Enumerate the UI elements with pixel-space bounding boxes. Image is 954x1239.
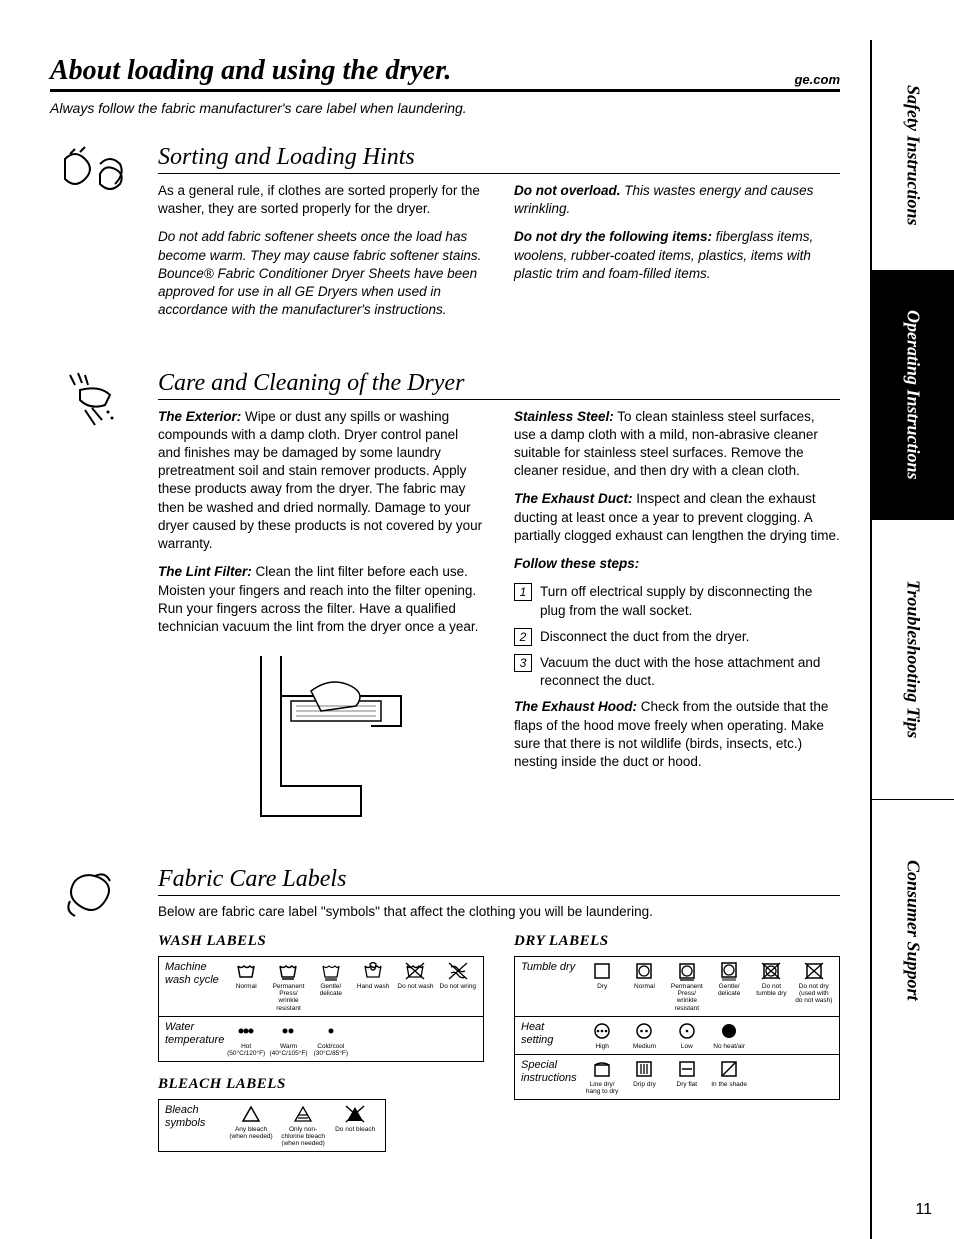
fabric-intro: Below are fabric care label "symbols" th… [158, 904, 840, 919]
sorting-p3: Do not overload. This wastes energy and … [514, 182, 840, 218]
bleach-labels-table: Bleach symbols Any bleach (when needed) … [158, 1099, 386, 1152]
page-number: 11 [915, 1201, 932, 1219]
step-2: Disconnect the duct from the dryer. [540, 628, 840, 646]
step-3: Vacuum the duct with the hose attachment… [540, 654, 840, 690]
bleach-labels-title: BLEACH LABELS [158, 1076, 484, 1093]
fabric-heading: Fabric Care Labels [158, 866, 840, 896]
care-duct: The Exhaust Duct: Inspect and clean the … [514, 490, 840, 545]
step-1: Turn off electrical supply by disconnect… [540, 583, 840, 619]
wash-labels-table: Machine wash cycle Normal Permanent Pres… [158, 956, 484, 1062]
sidebar-tabs: Safety Instructions Operating Instructio… [870, 40, 954, 1239]
tab-troubleshooting: Troubleshooting Tips [903, 550, 924, 768]
sorting-p1: As a general rule, if clothes are sorted… [158, 182, 484, 218]
page-title: About loading and using the dryer. [50, 55, 451, 87]
sorting-icon [50, 144, 140, 204]
wash-labels-title: WASH LABELS [158, 933, 484, 950]
tab-safety: Safety Instructions [903, 55, 924, 256]
step-1-num: 1 [514, 583, 532, 601]
step-2-num: 2 [514, 628, 532, 646]
sorting-p2: Do not add fabric softener sheets once t… [158, 228, 484, 319]
steps-label: Follow these steps: [514, 555, 840, 573]
step-3-num: 3 [514, 654, 532, 672]
brand-url: ge.com [794, 72, 840, 87]
care-heading: Care and Cleaning of the Dryer [158, 370, 840, 400]
tab-consumer: Consumer Support [903, 830, 924, 1031]
care-stainless: Stainless Steel: To clean stainless stee… [514, 408, 840, 481]
page-subhead: Always follow the fabric manufacturer's … [50, 100, 840, 116]
dry-labels-table: Tumble dry Dry Normal Permanent Press/ w… [514, 956, 840, 1100]
dry-labels-title: DRY LABELS [514, 933, 840, 950]
sorting-p4: Do not dry the following items: fibergla… [514, 228, 840, 283]
fabric-icon [50, 866, 140, 926]
care-lint: The Lint Filter: Clean the lint filter b… [158, 563, 484, 636]
lint-filter-illustration [221, 646, 421, 826]
cleaning-icon [50, 370, 140, 430]
care-exterior: The Exterior: Wipe or dust any spills or… [158, 408, 484, 554]
care-hood: The Exhaust Hood: Check from the outside… [514, 698, 840, 771]
sorting-heading: Sorting and Loading Hints [158, 144, 840, 174]
tab-operating: Operating Instructions [903, 280, 924, 510]
